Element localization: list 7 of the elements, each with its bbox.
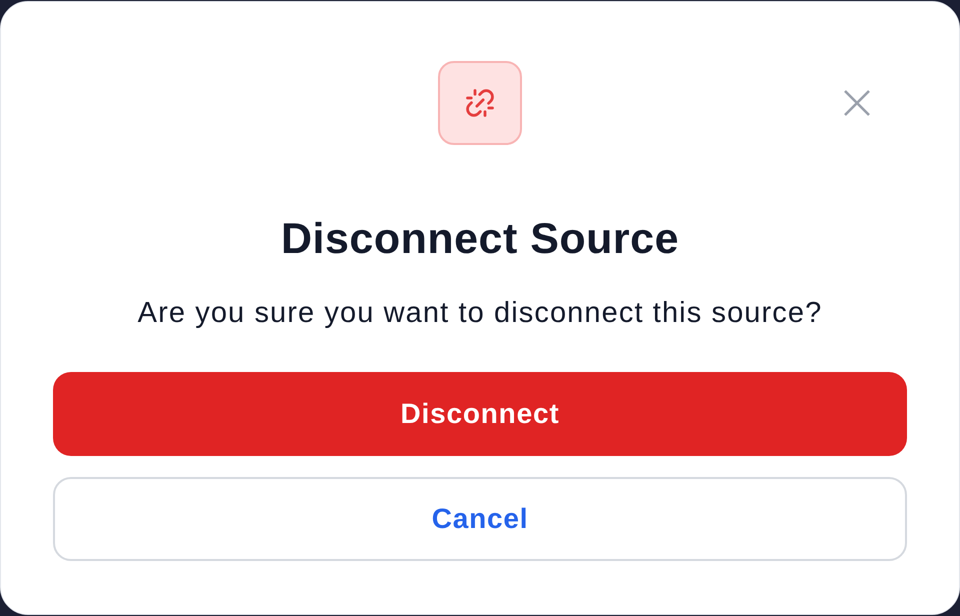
cancel-button[interactable]: Cancel xyxy=(53,477,907,561)
disconnect-button[interactable]: Disconnect xyxy=(53,372,907,456)
close-button[interactable] xyxy=(843,89,871,117)
close-icon xyxy=(843,89,871,117)
dialog-title: Disconnect Source xyxy=(281,215,679,263)
dialog-message: Are you sure you want to disconnect this source? xyxy=(138,296,822,331)
broken-link-icon xyxy=(438,61,522,145)
